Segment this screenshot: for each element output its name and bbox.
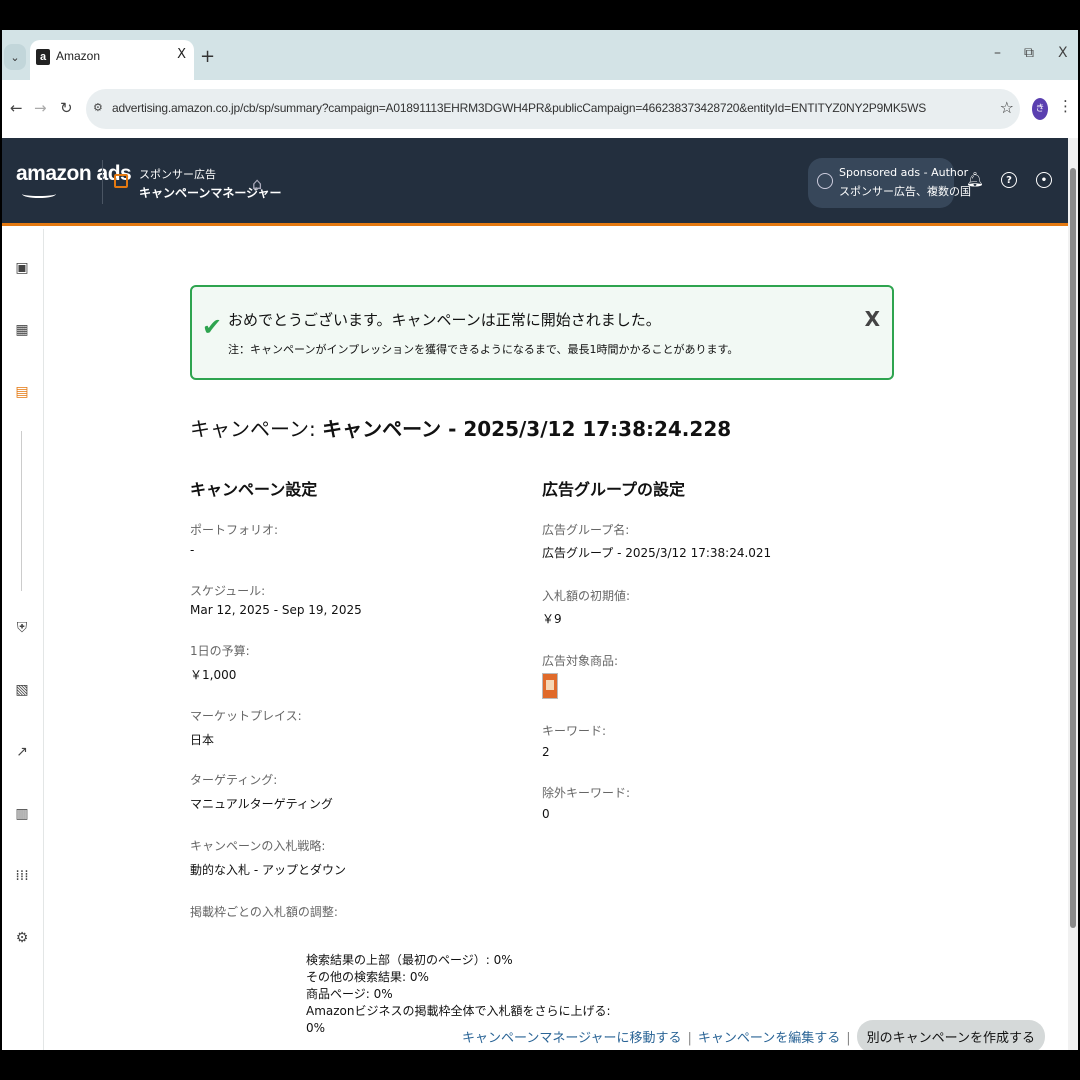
footer-separator: | — [687, 1031, 692, 1046]
portfolio-label: ポートフォリオ: — [190, 523, 279, 537]
browser-tab[interactable]: a Amazon X — [30, 40, 194, 80]
keywords-value: 2 — [542, 745, 550, 759]
globe-icon — [817, 173, 833, 189]
left-nav-rail: ▣ ▦ ▤ ⛨ ▧ ↗ ▥ ⁞⁞⁞ ⚙ — [2, 229, 44, 1050]
product-thumbnail[interactable] — [542, 673, 558, 699]
minimize-icon[interactable]: – — [994, 45, 1001, 61]
browser-window: ⌄ a Amazon X + – ⧉ X ← → ↻ ⚙ advertising… — [2, 30, 1078, 1050]
budget-value: ￥1,000 — [190, 668, 237, 682]
bidding-strategy-value: 動的な入札 - アップとダウン — [190, 863, 346, 877]
budget-label: 1日の予算: — [190, 644, 250, 658]
back-icon[interactable]: ← — [10, 99, 23, 117]
tab-search-icon[interactable]: ⌄ — [4, 44, 26, 70]
ads-header: amazon ads スポンサー広告 キャンペーンマネージャー ⌂ Sponso… — [2, 138, 1078, 226]
portfolio-value: - — [190, 543, 195, 557]
campaign-settings-heading: キャンペーン設定 — [190, 480, 318, 499]
settings-gear-icon[interactable]: ⚙ — [13, 929, 31, 947]
account-region: スポンサー広告、複数の国 — [839, 185, 971, 198]
window-close-icon[interactable]: X — [1058, 45, 1068, 61]
adgroup-name-value: 広告グループ - 2025/3/12 17:38:24.021 — [542, 546, 772, 560]
page-title-value: キャンペーン - 2025/3/12 17:38:24.228 — [322, 417, 732, 441]
briefcase-icon[interactable]: ▣ — [13, 259, 31, 277]
main-content: ✔ おめでとうございます。キャンペーンは正常に開始されました。 注：キャンペーン… — [44, 229, 1068, 1050]
rail-divider — [21, 431, 22, 591]
adgroup-name-label: 広告グループ名: — [542, 523, 630, 537]
address-bar-row: ← → ↻ ⚙ advertising.amazon.co.jp/cb/sp/s… — [2, 80, 1078, 138]
footer-separator: | — [846, 1031, 851, 1046]
product-top-label: スポンサー広告 — [139, 168, 216, 181]
marketplace-value: 日本 — [190, 733, 215, 747]
page-title-label: キャンペーン: — [190, 417, 323, 441]
adgroup-settings-heading: 広告グループの設定 — [542, 480, 686, 499]
placement-top-of-search: 検索結果の上部（最初のページ）: 0% — [306, 953, 513, 967]
amazon-favicon-icon: a — [36, 49, 50, 65]
edit-campaign-link[interactable]: キャンペーンを編集する — [698, 1031, 840, 1046]
placement-rest-of-search: その他の検索結果: 0% — [306, 970, 429, 984]
media-library-icon[interactable]: ▧ — [13, 681, 31, 699]
page-title: キャンペーン: キャンペーン - 2025/3/12 17:38:24.228 — [190, 413, 731, 442]
restore-icon[interactable]: ⧉ — [1024, 45, 1034, 61]
tab-strip: ⌄ a Amazon X + – ⧉ X — [2, 30, 1078, 80]
bookmark-star-icon[interactable]: ☆ — [1000, 98, 1014, 117]
success-alert: ✔ おめでとうございます。キャンペーンは正常に開始されました。 注：キャンペーン… — [190, 285, 894, 380]
alert-subtitle: 注：キャンペーンがインプレッションを獲得できるようになるまで、最長1時間かかるこ… — [228, 343, 739, 356]
dashboard-icon[interactable]: ▦ — [13, 321, 31, 339]
schedule-label: スケジュール: — [190, 584, 266, 598]
alert-title: おめでとうございます。キャンペーンは正常に開始されました。 — [228, 311, 661, 329]
browser-menu-icon[interactable]: ⋮ — [1058, 97, 1073, 115]
shield-icon[interactable]: ⛨ — [13, 619, 31, 637]
checkmark-icon: ✔ — [202, 313, 223, 341]
url-text[interactable]: advertising.amazon.co.jp/cb/sp/summary?c… — [112, 101, 926, 115]
default-bid-label: 入札額の初期値: — [542, 589, 631, 603]
trend-chart-icon[interactable]: ↗ — [13, 743, 31, 761]
negative-keywords-value: 0 — [542, 807, 550, 821]
reload-icon[interactable]: ↻ — [60, 99, 73, 117]
campaign-manager-nav-icon[interactable]: ▤ — [13, 383, 31, 401]
create-another-campaign-button[interactable]: 別のキャンペーンを作成する — [856, 1020, 1045, 1050]
schedule-value: Mar 12, 2025 - Sep 19, 2025 — [190, 603, 362, 617]
site-info-icon[interactable]: ⚙ — [93, 101, 103, 114]
targeting-value: マニュアルターゲティング — [190, 797, 333, 811]
tab-close-icon[interactable]: X — [177, 47, 186, 62]
profile-avatar[interactable]: き — [1032, 98, 1048, 120]
campaign-manager-icon — [114, 174, 128, 188]
bidding-strategy-label: キャンペーンの入札戦略: — [190, 839, 326, 853]
scrollbar-thumb[interactable] — [1070, 168, 1076, 928]
targeting-label: ターゲティング: — [190, 773, 278, 787]
amazon-smile-icon — [22, 190, 56, 198]
negative-keywords-label: 除外キーワード: — [542, 786, 631, 800]
bell-icon[interactable]: 🔔︎ — [966, 172, 984, 188]
advertised-products-label: 広告対象商品: — [542, 654, 619, 668]
screen-frame: ⌄ a Amazon X + – ⧉ X ← → ↻ ⚙ advertising… — [0, 0, 1080, 1080]
marketplace-label: マーケットプレイス: — [190, 709, 302, 723]
keywords-label: キーワード: — [542, 724, 607, 738]
placement-product-pages: 商品ページ: 0% — [306, 987, 393, 1001]
alert-close-icon[interactable]: X — [865, 307, 880, 331]
home-icon[interactable]: ⌂ — [252, 174, 262, 193]
apps-grid-icon[interactable]: ⁞⁞⁞ — [13, 867, 31, 885]
header-divider — [102, 160, 103, 204]
forward-icon[interactable]: → — [34, 99, 47, 117]
bar-chart-icon[interactable]: ▥ — [13, 805, 31, 823]
user-account-icon[interactable]: • — [1036, 172, 1052, 188]
placement-business-label: Amazonビジネスの掲載枠全体で入札額をさらに上げる: — [306, 1004, 611, 1018]
placement-adjustment-label: 掲載枠ごとの入札額の調整: — [190, 905, 338, 919]
help-icon[interactable]: ? — [1001, 172, 1017, 188]
tab-title: Amazon — [56, 49, 101, 63]
account-switcher[interactable]: Sponsored ads - Author スポンサー広告、複数の国 — [808, 158, 971, 208]
go-to-campaign-manager-link[interactable]: キャンペーンマネージャーに移動する — [462, 1031, 681, 1046]
omnibox[interactable]: ⚙ advertising.amazon.co.jp/cb/sp/summary… — [86, 89, 1020, 129]
footer-actions: キャンペーンマネージャーに移動する | キャンペーンを編集する | 別のキャンペーンを作… — [462, 1020, 1045, 1050]
page-scrollbar[interactable] — [1068, 138, 1078, 1050]
account-name: Sponsored ads - Author — [839, 166, 969, 179]
new-tab-button[interactable]: + — [200, 46, 215, 67]
default-bid-value: ￥9 — [542, 612, 562, 626]
